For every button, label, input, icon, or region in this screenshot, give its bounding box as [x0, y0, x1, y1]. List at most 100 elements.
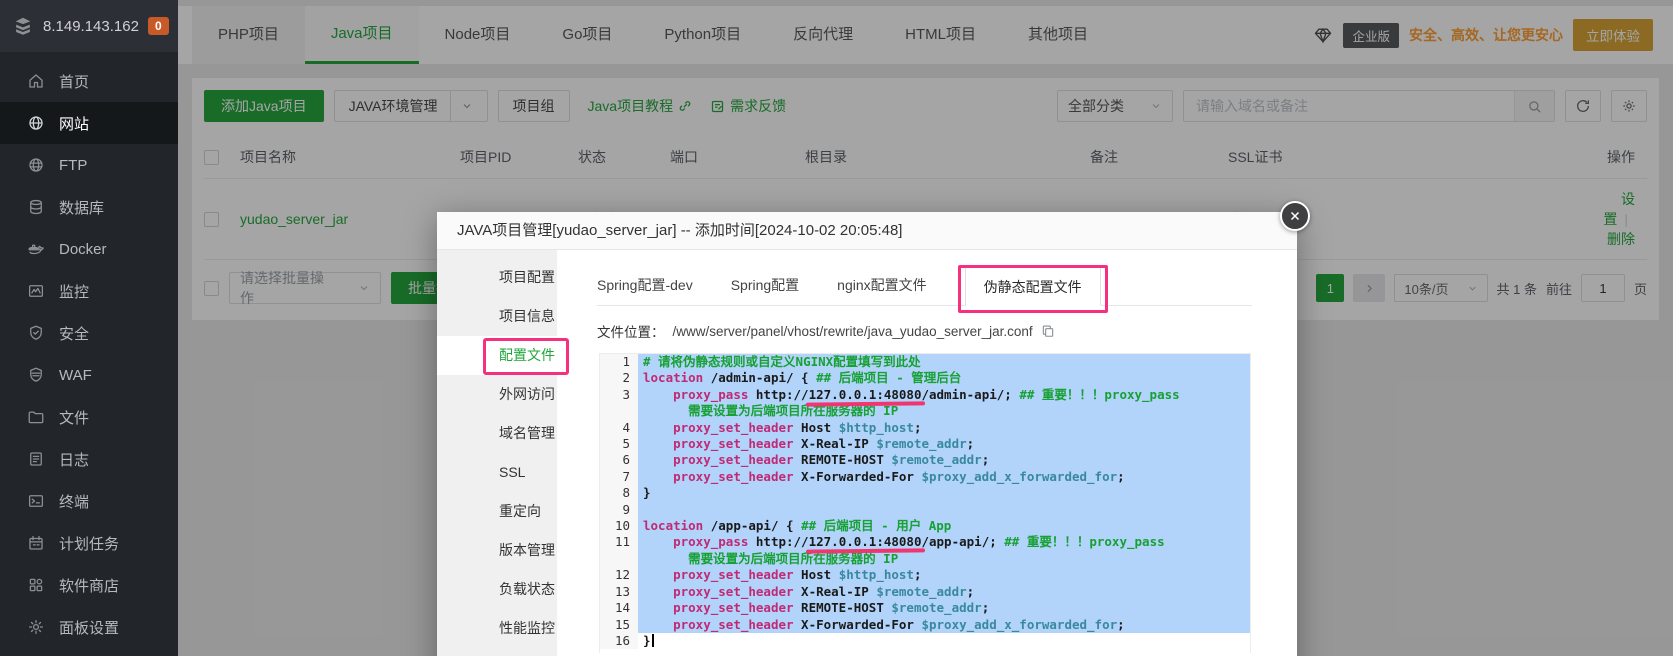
database-icon	[27, 198, 45, 216]
sidebar-item-label: WAF	[59, 367, 92, 384]
line-number: 8	[600, 485, 638, 501]
config-tab-rewrite-conf[interactable]: 伪静态配置文件	[965, 266, 1101, 306]
sidebar-item-site[interactable]: 网站	[0, 102, 178, 144]
modal-menu-ssl[interactable]: SSL	[437, 453, 557, 492]
copy-icon[interactable]	[1041, 324, 1055, 338]
modal-menu-config-file[interactable]: 配置文件	[437, 336, 557, 375]
sidebar-item-waf[interactable]: WAF	[0, 354, 178, 396]
code-line[interactable]: 14 proxy_set_header REMOTE-HOST $remote_…	[600, 600, 1250, 616]
sidebar-item-label: 面板设置	[59, 617, 119, 638]
sidebar-item-ftp[interactable]: FTP	[0, 144, 178, 186]
sidebar-item-label: 日志	[59, 449, 89, 470]
code-line[interactable]: 5 proxy_set_header X-Real-IP $remote_add…	[600, 436, 1250, 452]
code-line[interactable]: 13 proxy_set_header X-Real-IP $remote_ad…	[600, 584, 1250, 600]
code-line[interactable]: 需要设置为后端项目所在服务器的 IP	[600, 403, 1250, 419]
line-number: 3	[600, 387, 638, 403]
code-line[interactable]: 12 proxy_set_header Host $http_host;	[600, 567, 1250, 583]
config-tab-nginx-conf[interactable]: nginx配置文件	[837, 265, 926, 305]
config-tab-spring[interactable]: Spring配置	[731, 265, 799, 305]
modal-menu-project-config[interactable]: 项目配置	[437, 258, 557, 297]
sidebar-item-security[interactable]: 安全	[0, 312, 178, 354]
sidebar-item-files[interactable]: 文件	[0, 396, 178, 438]
folder-icon	[27, 408, 45, 426]
sidebar-item-label: 首页	[59, 71, 89, 92]
sidebar-header: 8.149.143.162 0	[0, 0, 178, 52]
store-icon	[27, 576, 45, 594]
code-line[interactable]: 16}	[600, 633, 1250, 649]
code-line[interactable]: 4 proxy_set_header Host $http_host;	[600, 420, 1250, 436]
docker-icon	[27, 240, 45, 258]
sidebar-item-label: 网站	[59, 113, 89, 134]
line-number: 5	[600, 436, 638, 452]
message-count-badge[interactable]: 0	[148, 17, 169, 35]
code-line[interactable]: 需要设置为后端项目所在服务器的 IP	[600, 551, 1250, 567]
file-location-path: /www/server/panel/vhost/rewrite/java_yud…	[673, 324, 1033, 339]
config-code-editor[interactable]: 1# 请将伪静态规则或自定义NGINX配置填写到此处2location /adm…	[599, 353, 1251, 653]
code-line[interactable]: 9	[600, 502, 1250, 518]
modal-menu-redirect[interactable]: 重定向	[437, 492, 557, 531]
gear-icon	[27, 618, 45, 636]
modal-side-menu: 项目配置项目信息配置文件外网访问域名管理SSL重定向版本管理负载状态性能监控	[437, 250, 557, 656]
sidebar-item-label: 安全	[59, 323, 89, 344]
panel-logo-icon	[12, 15, 34, 37]
code-line[interactable]: 2location /admin-api/ { ## 后端项目 - 管理后台	[600, 370, 1250, 386]
line-number: 4	[600, 420, 638, 436]
line-number: 9	[600, 502, 638, 518]
code-line[interactable]: 1# 请将伪静态规则或自定义NGINX配置填写到此处	[600, 354, 1250, 370]
home-icon	[27, 72, 45, 90]
code-line[interactable]: 3 proxy_pass http://127.0.0.1:48080/admi…	[600, 387, 1250, 403]
sidebar: 8.149.143.162 0 首页网站 FTP 数据库 Docker 监控安全 WAF 文…	[0, 0, 178, 656]
modal-menu-load-status[interactable]: 负载状态	[437, 570, 557, 609]
modal-menu-performance[interactable]: 性能监控	[437, 609, 557, 648]
line-number: 16	[600, 633, 638, 649]
sidebar-item-label: 终端	[59, 491, 89, 512]
sidebar-item-label: Docker	[59, 241, 107, 258]
modal-title: JAVA项目管理[yudao_server_jar] -- 添加时间[2024-…	[437, 212, 1297, 250]
log-icon	[27, 450, 45, 468]
line-number: 14	[600, 600, 638, 616]
sidebar-item-label: FTP	[59, 157, 87, 174]
globe-icon	[27, 114, 45, 132]
sidebar-item-database[interactable]: 数据库	[0, 186, 178, 228]
modal-menu-external-access[interactable]: 外网访问	[437, 375, 557, 414]
ftp-icon	[27, 156, 45, 174]
config-tabs: Spring配置-dev Spring配置 nginx配置文件伪静态配置文件	[597, 266, 1252, 306]
close-icon	[1288, 209, 1302, 223]
line-number	[600, 551, 638, 567]
sidebar-item-label: 文件	[59, 407, 89, 428]
monitor-icon	[27, 282, 45, 300]
server-ip: 8.149.143.162	[43, 18, 139, 35]
modal-content: Spring配置-dev Spring配置 nginx配置文件伪静态配置文件 文件位…	[557, 250, 1297, 656]
line-number: 13	[600, 584, 638, 600]
sidebar-item-monitor[interactable]: 监控	[0, 270, 178, 312]
sidebar-item-label: 监控	[59, 281, 89, 302]
line-number	[600, 403, 638, 419]
java-project-modal: JAVA项目管理[yudao_server_jar] -- 添加时间[2024-…	[437, 212, 1297, 656]
sidebar-item-label: 软件商店	[59, 575, 119, 596]
modal-menu-domain-manage[interactable]: 域名管理	[437, 414, 557, 453]
sidebar-item-home[interactable]: 首页	[0, 60, 178, 102]
code-line[interactable]: 6 proxy_set_header REMOTE-HOST $remote_a…	[600, 452, 1250, 468]
sidebar-item-docker[interactable]: Docker	[0, 228, 178, 270]
waf-shield-icon	[27, 366, 45, 384]
modal-close-button[interactable]	[1280, 201, 1310, 231]
sidebar-item-terminal[interactable]: 终端	[0, 480, 178, 522]
modal-menu-project-info[interactable]: 项目信息	[437, 297, 557, 336]
sidebar-item-panel-settings[interactable]: 面板设置	[0, 606, 178, 648]
file-location-label: 文件位置：	[597, 321, 665, 341]
code-line[interactable]: 8}	[600, 485, 1250, 501]
sidebar-item-cron[interactable]: 计划任务	[0, 522, 178, 564]
code-line[interactable]: 15 proxy_set_header X-Forwarded-For $pro…	[600, 617, 1250, 633]
line-number: 1	[600, 354, 638, 370]
sidebar-item-appstore[interactable]: 软件商店	[0, 564, 178, 606]
line-number: 7	[600, 469, 638, 485]
modal-menu-version-manage[interactable]: 版本管理	[437, 531, 557, 570]
sidebar-item-label: 数据库	[59, 197, 104, 218]
code-line[interactable]: 11 proxy_pass http://127.0.0.1:48080/app…	[600, 534, 1250, 550]
code-line[interactable]: 10location /app-api/ { ## 后端项目 - 用户 App	[600, 518, 1250, 534]
config-tab-spring-dev[interactable]: Spring配置-dev	[597, 265, 693, 305]
code-line[interactable]: 7 proxy_set_header X-Forwarded-For $prox…	[600, 469, 1250, 485]
line-number: 15	[600, 617, 638, 633]
sidebar-item-logs[interactable]: 日志	[0, 438, 178, 480]
line-number: 12	[600, 567, 638, 583]
